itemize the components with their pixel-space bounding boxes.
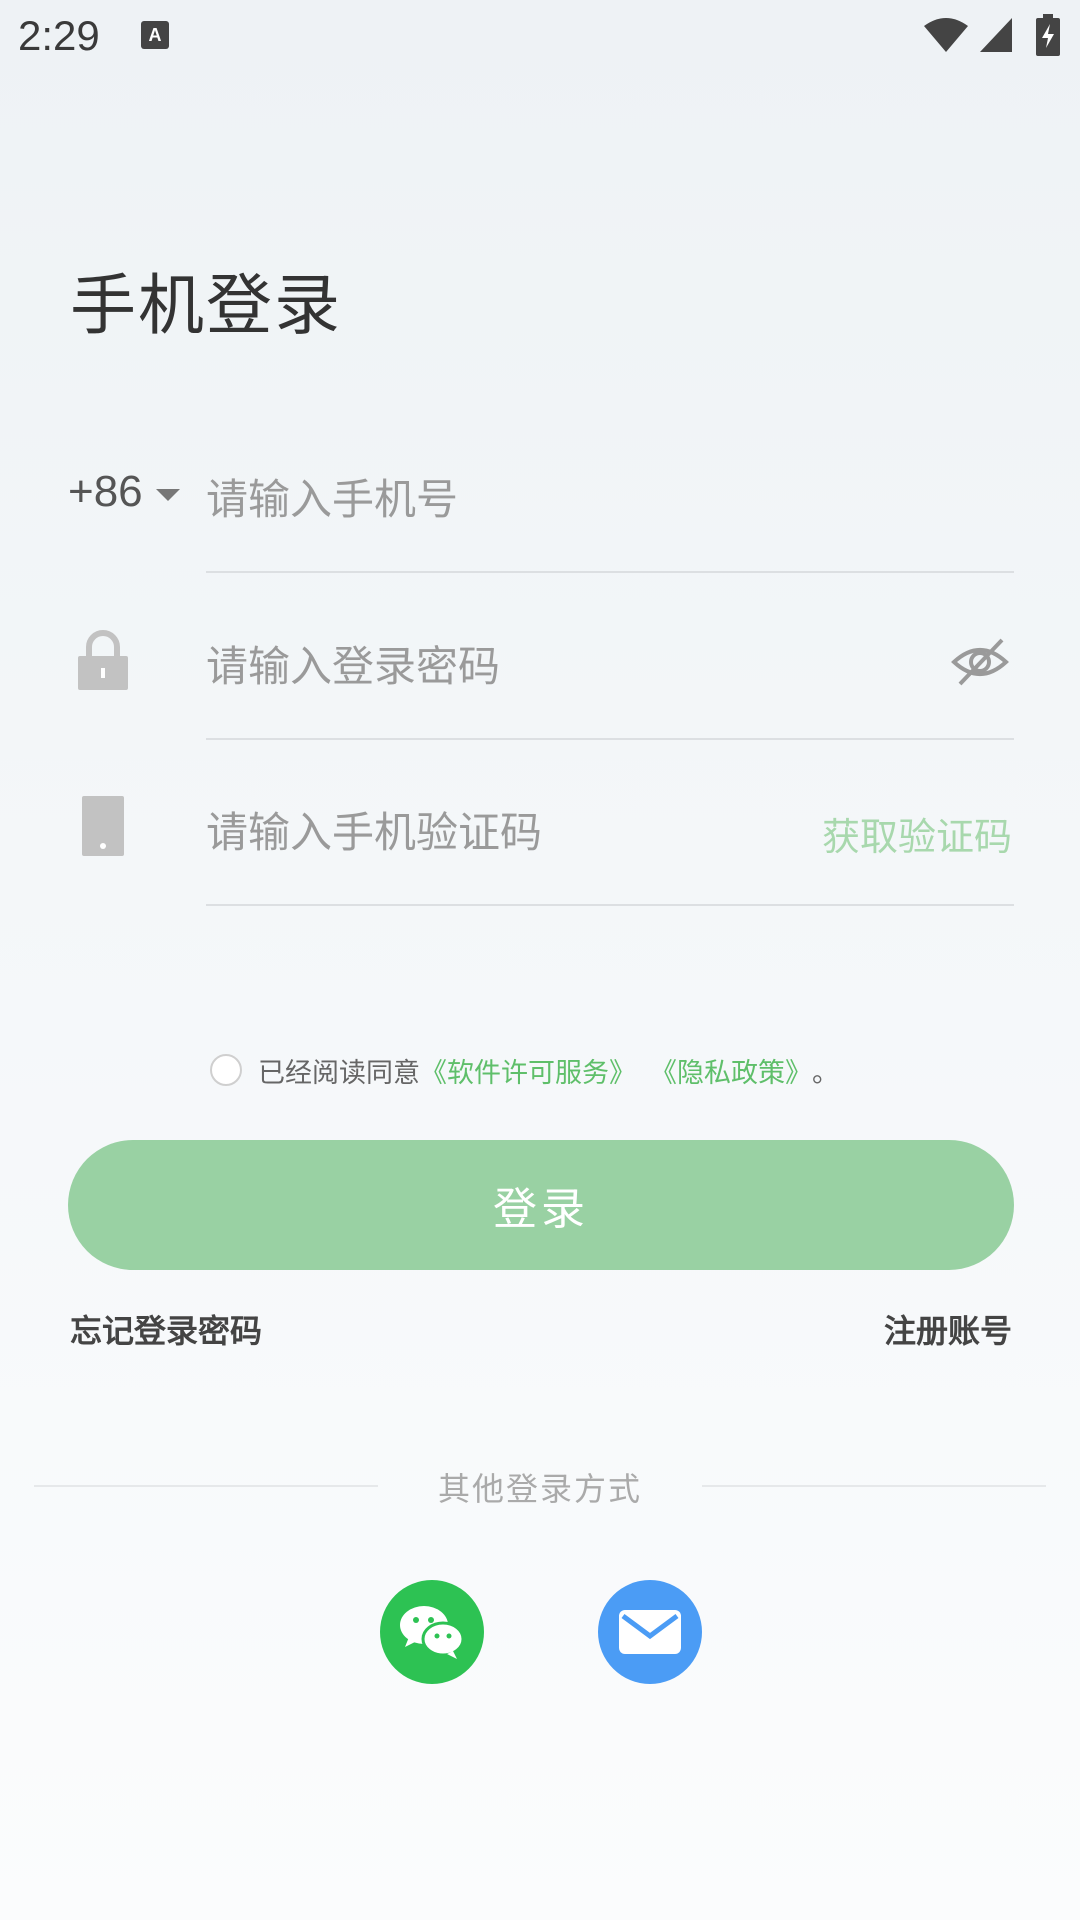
password-underline	[206, 738, 1014, 740]
forgot-password-link[interactable]: 忘记登录密码	[70, 1306, 262, 1352]
phone-underline	[206, 571, 1014, 573]
lock-icon	[78, 630, 128, 690]
agreement-checkbox[interactable]	[210, 1054, 242, 1086]
agreement-row: 已经阅读同意 《软件许可服务》 《隐私政策》 。	[210, 1050, 839, 1090]
battery-charging-icon	[1036, 14, 1060, 56]
mobile-phone-icon	[82, 796, 124, 856]
caret-down-icon[interactable]	[156, 489, 180, 503]
code-underline	[206, 904, 1014, 906]
status-bar: 2:29 A	[0, 0, 1080, 72]
password-row	[0, 622, 1080, 742]
signal-icon	[980, 18, 1012, 52]
phone-row: +86	[0, 455, 1080, 575]
login-button[interactable]: 登录	[68, 1140, 1014, 1270]
wifi-icon	[924, 18, 968, 52]
phone-input[interactable]	[206, 463, 986, 535]
svg-text:A: A	[149, 25, 162, 45]
mail-icon	[619, 1610, 681, 1654]
wechat-icon	[400, 1606, 465, 1659]
password-input[interactable]	[206, 630, 906, 702]
divider-right	[702, 1485, 1046, 1487]
privacy-link[interactable]: 《隐私政策》	[650, 1051, 812, 1090]
mail-login-button[interactable]	[598, 1580, 702, 1684]
status-time: 2:29	[18, 12, 100, 59]
eye-off-icon[interactable]	[950, 634, 1010, 690]
wechat-login-button[interactable]	[380, 1580, 484, 1684]
license-link[interactable]: 《软件许可服务》	[420, 1051, 636, 1090]
country-code-selector[interactable]: +86	[68, 467, 143, 517]
a-notification-icon: A	[141, 21, 169, 49]
agreement-suffix: 。	[812, 1057, 839, 1089]
verification-code-input[interactable]	[206, 796, 766, 868]
verification-code-row: 获取验证码	[0, 788, 1080, 908]
get-code-button[interactable]: 获取验证码	[822, 806, 1012, 861]
other-login-title: 其他登录方式	[437, 1470, 642, 1508]
agreement-prefix: 已经阅读同意	[258, 1057, 420, 1089]
register-link[interactable]: 注册账号	[884, 1306, 1012, 1352]
page-title: 手机登录	[70, 267, 342, 344]
